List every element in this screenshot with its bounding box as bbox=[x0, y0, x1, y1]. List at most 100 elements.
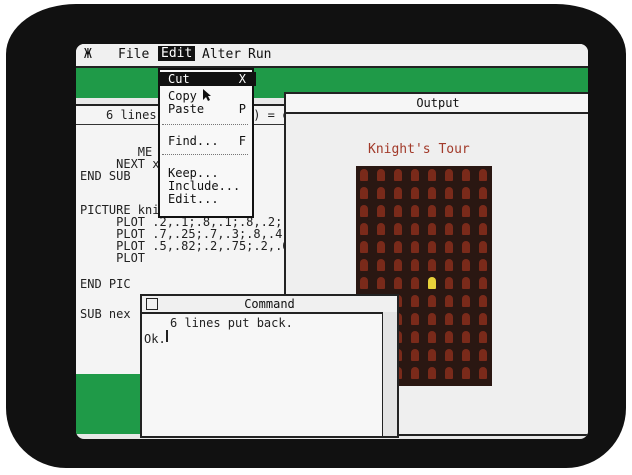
board-mark bbox=[411, 169, 419, 181]
board-cell bbox=[407, 184, 423, 202]
board-mark bbox=[479, 241, 487, 253]
board-cell bbox=[458, 166, 474, 184]
board-mark bbox=[360, 169, 368, 181]
board-mark bbox=[428, 313, 436, 325]
board-cell bbox=[424, 346, 440, 364]
command-scrollbar[interactable] bbox=[382, 312, 397, 436]
board-mark bbox=[479, 187, 487, 199]
code-line: END SUB bbox=[80, 169, 131, 183]
code-line: END PIC bbox=[80, 277, 131, 291]
board-mark bbox=[377, 241, 385, 253]
board-mark bbox=[360, 223, 368, 235]
board-cell bbox=[356, 184, 372, 202]
board-mark bbox=[479, 313, 487, 325]
knight-icon bbox=[428, 277, 436, 289]
board-cell bbox=[458, 346, 474, 364]
menu-item-label: Cut bbox=[168, 72, 190, 86]
board-mark bbox=[479, 367, 487, 379]
board-cell bbox=[475, 202, 491, 220]
menu-edit[interactable]: Edit bbox=[158, 46, 196, 61]
board-mark bbox=[479, 277, 487, 289]
board-mark bbox=[428, 295, 436, 307]
menu-item-edit[interactable]: Edit... bbox=[168, 192, 219, 206]
board-mark bbox=[428, 205, 436, 217]
board-mark bbox=[394, 223, 402, 235]
command-title[interactable]: Command bbox=[142, 296, 397, 314]
board-cell bbox=[458, 274, 474, 292]
apple-menu-icon[interactable]: Ж bbox=[84, 47, 92, 62]
board-cell bbox=[475, 220, 491, 238]
board-mark bbox=[394, 277, 402, 289]
board-cell bbox=[475, 238, 491, 256]
close-box-icon[interactable] bbox=[146, 298, 158, 310]
board-cell bbox=[390, 238, 406, 256]
board-cell bbox=[407, 256, 423, 274]
board-cell bbox=[390, 220, 406, 238]
board-mark bbox=[445, 205, 453, 217]
output-title[interactable]: Output bbox=[286, 94, 588, 114]
board-cell bbox=[441, 202, 457, 220]
board-mark bbox=[462, 367, 470, 379]
menu-alter[interactable]: Alter bbox=[202, 47, 241, 62]
board-mark bbox=[411, 331, 419, 343]
board-cell bbox=[458, 184, 474, 202]
menu-item-keep[interactable]: Keep... bbox=[168, 166, 219, 180]
board-mark bbox=[377, 277, 385, 289]
board-cell bbox=[407, 310, 423, 328]
menu-file[interactable]: File bbox=[118, 47, 149, 62]
menu-run[interactable]: Run bbox=[248, 47, 271, 62]
board-cell bbox=[407, 346, 423, 364]
board-cell bbox=[424, 256, 440, 274]
board-mark bbox=[479, 259, 487, 271]
board-cell bbox=[458, 310, 474, 328]
monitor-bezel: Ж File Edit Alter Run 6 lines y) = c ME … bbox=[6, 4, 626, 468]
board-mark bbox=[411, 349, 419, 361]
board-cell bbox=[373, 256, 389, 274]
board-mark bbox=[445, 367, 453, 379]
board-mark bbox=[411, 241, 419, 253]
board-cell bbox=[373, 166, 389, 184]
board-cell bbox=[407, 274, 423, 292]
menu-item-copy[interactable]: Copy bbox=[168, 89, 197, 103]
board-mark bbox=[394, 169, 402, 181]
board-mark bbox=[462, 223, 470, 235]
board-cell bbox=[373, 202, 389, 220]
text-cursor bbox=[166, 330, 168, 342]
board-cell bbox=[373, 184, 389, 202]
shortcut-paste: P bbox=[238, 102, 246, 116]
board-cell bbox=[475, 184, 491, 202]
board-mark bbox=[428, 187, 436, 199]
board-mark bbox=[479, 205, 487, 217]
board-cell bbox=[475, 292, 491, 310]
board-cell bbox=[356, 256, 372, 274]
board-cell bbox=[356, 202, 372, 220]
board-cell bbox=[373, 220, 389, 238]
board-cell bbox=[390, 184, 406, 202]
board-cell bbox=[407, 202, 423, 220]
board-cell bbox=[407, 166, 423, 184]
desktop-band-lower bbox=[76, 374, 146, 434]
board-mark bbox=[377, 205, 385, 217]
board-mark bbox=[462, 295, 470, 307]
board-mark bbox=[377, 187, 385, 199]
board-mark bbox=[428, 331, 436, 343]
editor-status: 6 lines bbox=[106, 108, 157, 122]
menu-separator bbox=[162, 154, 248, 155]
board-mark bbox=[394, 241, 402, 253]
board-mark bbox=[462, 349, 470, 361]
menu-item-paste[interactable]: Paste bbox=[168, 102, 204, 116]
command-window[interactable]: Command 6 lines put back. Ok. bbox=[140, 294, 399, 438]
board-cell bbox=[373, 274, 389, 292]
board-cell bbox=[424, 184, 440, 202]
code-line: PLOT bbox=[80, 251, 146, 265]
board-mark bbox=[360, 205, 368, 217]
menu-item-include[interactable]: Include... bbox=[168, 179, 240, 193]
board-mark bbox=[462, 169, 470, 181]
menu-item-find[interactable]: Find... bbox=[168, 134, 219, 148]
board-cell bbox=[424, 292, 440, 310]
board-cell bbox=[441, 184, 457, 202]
board-mark bbox=[428, 349, 436, 361]
board-cell bbox=[356, 166, 372, 184]
board-cell bbox=[458, 364, 474, 382]
board-mark bbox=[479, 331, 487, 343]
